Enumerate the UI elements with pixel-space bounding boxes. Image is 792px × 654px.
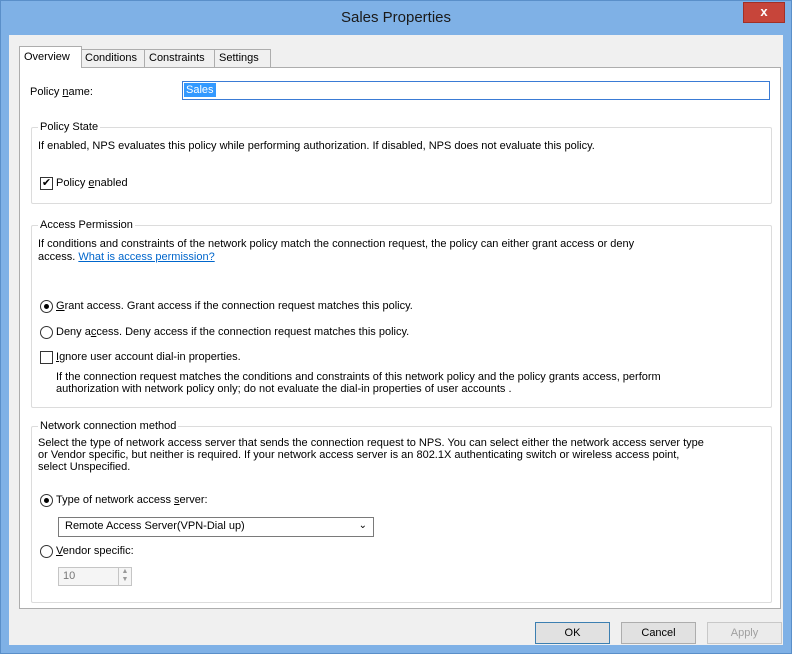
ignore-dialin-description: If the connection request matches the co… [56, 371, 661, 383]
policy-state-description: If enabled, NPS evaluates this policy wh… [38, 140, 595, 152]
close-button[interactable]: x [743, 2, 785, 23]
ignore-dialin-checkbox[interactable] [40, 351, 53, 364]
grant-access-label[interactable]: Grant access. Grant access if the connec… [56, 300, 413, 312]
deny-access-radio[interactable] [40, 326, 53, 339]
overview-tab-page: Policy name: Sales Policy State If enabl… [19, 67, 781, 609]
tab-settings[interactable]: Settings [214, 49, 271, 67]
tab-conditions[interactable]: Conditions [80, 49, 146, 67]
ignore-dialin-description-2: authorization with network policy only; … [56, 383, 512, 395]
what-is-access-permission-link[interactable]: What is access permission? [78, 251, 214, 263]
spin-up-icon[interactable]: ▲ [119, 568, 131, 576]
server-type-value: Remote Access Server(VPN-Dial up) [65, 520, 245, 532]
connection-method-description-2: or Vendor specific, but neither is requi… [38, 449, 680, 461]
server-type-dropdown[interactable]: Remote Access Server(VPN-Dial up) ⌄ [58, 517, 374, 537]
spinner-buttons: ▲ ▼ [118, 568, 131, 585]
policy-state-group: Policy State If enabled, NPS evaluates t… [31, 121, 772, 204]
policy-enabled-checkbox[interactable]: ✔ [40, 177, 53, 190]
ignore-dialin-label[interactable]: Ignore user account dial-in properties. [56, 351, 241, 363]
tab-constraints[interactable]: Constraints [144, 49, 216, 67]
title-bar[interactable]: Sales Properties x [1, 1, 791, 35]
vendor-specific-value: 10 [63, 570, 76, 582]
dialog-client: Overview Conditions Constraints Settings… [9, 35, 783, 645]
grant-access-radio[interactable] [40, 300, 53, 313]
access-permission-group: Access Permission If conditions and cons… [31, 219, 772, 408]
policy-state-title: Policy State [38, 121, 101, 133]
vendor-specific-spinner[interactable]: 10 ▲ ▼ [58, 567, 132, 586]
dialog-window: Sales Properties x Overview Conditions C… [0, 0, 792, 654]
tab-overview[interactable]: Overview [19, 46, 82, 68]
access-permission-description: If conditions and constraints of the net… [38, 238, 635, 250]
cancel-button[interactable]: Cancel [621, 622, 696, 644]
ok-button[interactable]: OK [535, 622, 610, 644]
policy-name-label: Policy name: [30, 86, 93, 98]
connection-method-title: Network connection method [38, 420, 179, 432]
connection-method-group: Network connection method Select the typ… [31, 420, 772, 603]
deny-access-label[interactable]: Deny access. Deny access if the connecti… [56, 326, 409, 338]
window-title: Sales Properties [340, 9, 452, 26]
policy-name-input[interactable]: Sales [182, 81, 770, 100]
spin-down-icon[interactable]: ▼ [119, 576, 131, 584]
vendor-specific-label[interactable]: Vendor specific: [56, 545, 134, 557]
chevron-down-icon: ⌄ [358, 520, 367, 531]
access-permission-description-2: access. What is access permission? [38, 251, 215, 263]
access-permission-title: Access Permission [38, 219, 135, 231]
apply-button[interactable]: Apply [707, 622, 782, 644]
connection-method-description-3: select Unspecified. [38, 461, 131, 473]
vendor-specific-radio[interactable] [40, 545, 53, 558]
connection-method-description: Select the type of network access server… [38, 437, 704, 449]
server-type-label[interactable]: Type of network access server: [56, 494, 208, 506]
policy-name-value: Sales [184, 83, 216, 97]
policy-enabled-label[interactable]: Policy enabled [56, 177, 128, 189]
server-type-radio[interactable] [40, 494, 53, 507]
